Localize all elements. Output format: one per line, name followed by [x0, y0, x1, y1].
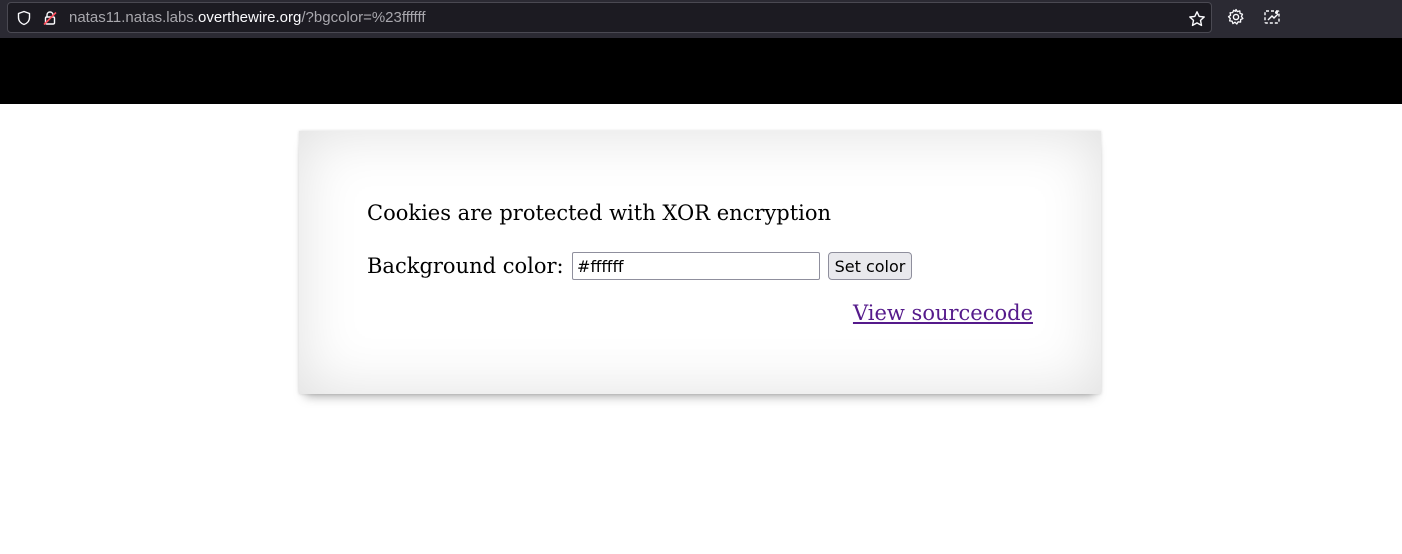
extension-icon[interactable]	[1263, 8, 1281, 26]
bgcolor-input[interactable]	[572, 252, 820, 280]
browser-toolbar: natas11.natas.labs.overthewire.org/?bgco…	[0, 0, 1402, 38]
url-prefix: natas11.natas.labs.	[69, 9, 198, 26]
bgcolor-label: Background color:	[367, 254, 564, 278]
url-path: /?bgcolor=%23ffffff	[301, 9, 426, 26]
gear-icon[interactable]	[1227, 8, 1245, 26]
shield-icon[interactable]	[16, 10, 32, 26]
url-text[interactable]: natas11.natas.labs.overthewire.org/?bgco…	[69, 9, 426, 27]
page-header-bar	[0, 38, 1402, 104]
content-panel: Cookies are protected with XOR encryptio…	[299, 131, 1101, 394]
info-message: Cookies are protected with XOR encryptio…	[367, 201, 832, 225]
url-bar[interactable]: natas11.natas.labs.overthewire.org/?bgco…	[7, 2, 1212, 33]
star-icon[interactable]	[1188, 10, 1205, 27]
lock-insecure-icon[interactable]	[42, 10, 58, 26]
view-sourcecode-link[interactable]: View sourcecode	[853, 299, 1033, 327]
url-domain: overthewire.org	[197, 9, 302, 26]
set-color-button[interactable]: Set color	[828, 252, 912, 280]
